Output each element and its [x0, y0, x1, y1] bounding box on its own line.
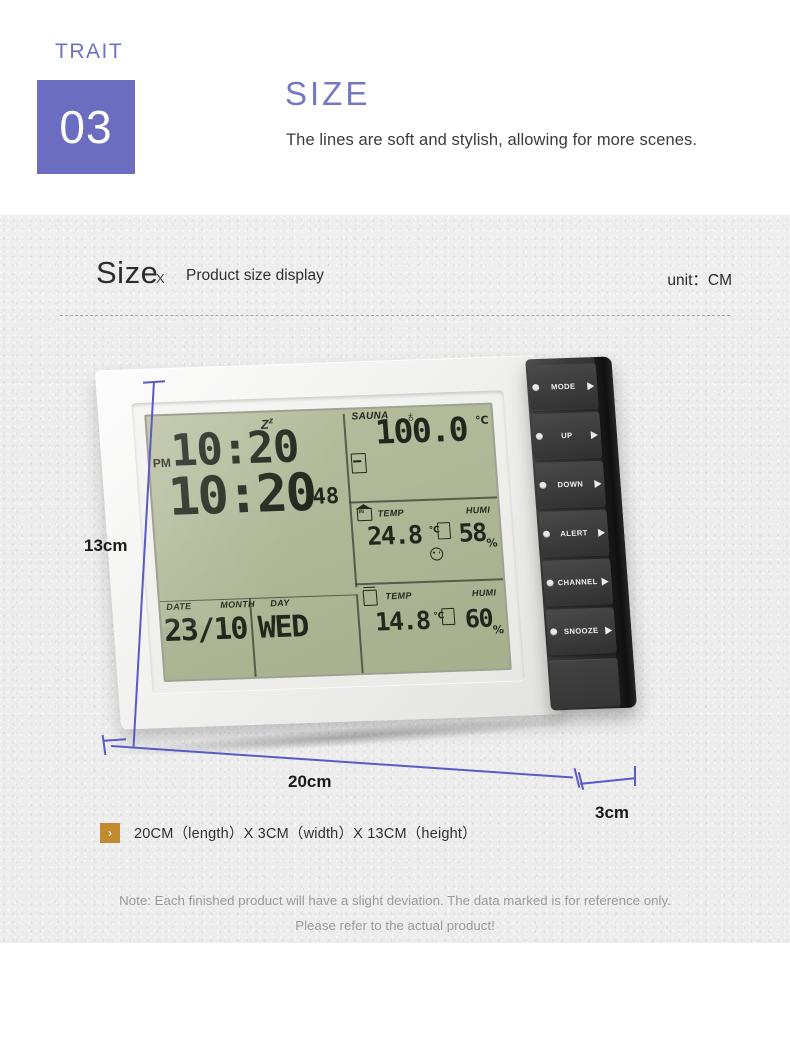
chevron-right-icon: ›: [100, 822, 120, 843]
size-summary-row: › 20CM（length）X 3CM（width）X 13CM（height）: [100, 822, 477, 843]
depth-dimension-cap-right: [634, 766, 636, 786]
button-mode[interactable]: MODE: [527, 362, 599, 411]
lcd-divider-vertical: [342, 413, 357, 588]
button-label: UP: [560, 430, 573, 441]
button-snooze[interactable]: SNOOZE: [545, 607, 617, 655]
sauna-temperature-value: 100.0: [373, 409, 469, 452]
indoor-humidity-label: HUMI: [465, 504, 491, 516]
button-dot-icon: [542, 530, 551, 538]
month-label: MONTH: [219, 598, 256, 611]
day-label: DAY: [269, 597, 290, 609]
button-dot-icon: [546, 579, 554, 587]
product-device: Zz ♁ PM 10:20 10:20 48 DATE MONTH DAY 23…: [94, 353, 637, 730]
lcd-divider-date-day: [249, 597, 257, 677]
outdoor-trend-icon: [441, 607, 456, 626]
sauna-temperature-unit: ℃: [474, 413, 489, 428]
page-title: SIZE: [285, 75, 371, 112]
trait-number-badge: 03: [37, 80, 135, 174]
size-caption: Product size display: [186, 267, 324, 284]
disclaimer-note: Note: Each finished product will have a …: [0, 888, 790, 938]
page-subtitle: The lines are soft and stylish, allowing…: [286, 131, 698, 149]
button-dot-icon: [549, 628, 558, 636]
height-dimension-label: 13cm: [84, 536, 128, 555]
button-label: DOWN: [557, 479, 584, 490]
clock-seconds-value: 48: [311, 483, 341, 510]
triangle-right-icon: [597, 528, 606, 537]
date-value: 23/10: [162, 610, 249, 649]
day-value: WED: [256, 608, 310, 646]
lcd-frame: Zz ♁ PM 10:20 10:20 48 DATE MONTH DAY 23…: [144, 402, 512, 683]
trait-number: 03: [59, 101, 113, 153]
button-dot-icon: [535, 432, 544, 441]
button-dot-icon: [531, 383, 540, 392]
panel-blank-area: [549, 658, 621, 709]
button-alert[interactable]: ALERT: [538, 509, 610, 557]
trait-label: TRAIT: [55, 40, 124, 63]
clock-time-value: 10:20: [166, 462, 318, 528]
button-label: CHANNEL: [557, 576, 598, 588]
button-label: ALERT: [560, 528, 589, 539]
outdoor-humidity-value: 60: [463, 603, 494, 634]
triangle-right-icon: [590, 430, 599, 439]
size-separator: X: [156, 271, 165, 286]
indoor-trend-icon: [436, 522, 452, 540]
length-dimension-label: 20cm: [288, 772, 332, 791]
indoor-icon-text: IN: [358, 509, 365, 516]
footer-band: [0, 943, 790, 1047]
date-label: DATE: [165, 601, 192, 613]
section-divider: [60, 315, 730, 316]
outdoor-sensor-icon: [362, 589, 378, 606]
triangle-right-icon: [594, 479, 602, 488]
outdoor-humidity-label: HUMI: [471, 587, 497, 598]
indoor-humidity-unit: %: [486, 536, 499, 550]
device-bezel: Zz ♁ PM 10:20 10:20 48 DATE MONTH DAY 23…: [131, 390, 525, 695]
size-summary-text: 20CM（length）X 3CM（width）X 13CM（height）: [134, 826, 477, 842]
header-band: TRAIT 03 SIZE The lines are soft and sty…: [0, 0, 790, 215]
device-case: Zz ♁ PM 10:20 10:20 48 DATE MONTH DAY 23…: [94, 355, 562, 730]
indoor-humidity-value: 58: [457, 517, 487, 548]
button-dot-icon: [539, 481, 547, 489]
button-down[interactable]: DOWN: [534, 460, 607, 508]
comfort-smiley-icon: [430, 547, 445, 561]
triangle-right-icon: [601, 577, 609, 586]
size-subheader: Size X Product size display unit：CM: [0, 255, 790, 298]
outdoor-temp-value: 14.8: [374, 605, 431, 637]
lcd-divider-sauna-bottom: [349, 496, 498, 504]
sauna-sensor-icon: [350, 453, 368, 474]
button-up[interactable]: UP: [531, 411, 603, 460]
disclaimer-line-1: Note: Each finished product will have a …: [119, 893, 671, 908]
button-channel[interactable]: CHANNEL: [541, 558, 614, 606]
outdoor-temp-label: TEMP: [385, 590, 412, 601]
button-label: SNOOZE: [563, 625, 599, 637]
depth-dimension-label: 3cm: [595, 803, 630, 822]
size-unit: unit：CM: [667, 272, 732, 289]
triangle-right-icon: [604, 625, 613, 635]
indoor-house-icon: IN: [356, 507, 373, 522]
lcd-divider-indoor-bottom: [355, 578, 504, 586]
size-heading: Size: [96, 255, 159, 290]
button-label: MODE: [550, 381, 576, 392]
disclaimer-line-2: Please refer to the actual product!: [295, 918, 495, 933]
indoor-temp-label: TEMP: [377, 507, 405, 519]
triangle-right-icon: [586, 381, 595, 390]
lcd-divider-day-outdoor: [355, 594, 364, 674]
indoor-temp-value: 24.8: [366, 519, 423, 551]
outdoor-humidity-unit: %: [492, 623, 505, 637]
lcd-screen: Zz ♁ PM 10:20 10:20 48 DATE MONTH DAY 23…: [146, 404, 510, 680]
